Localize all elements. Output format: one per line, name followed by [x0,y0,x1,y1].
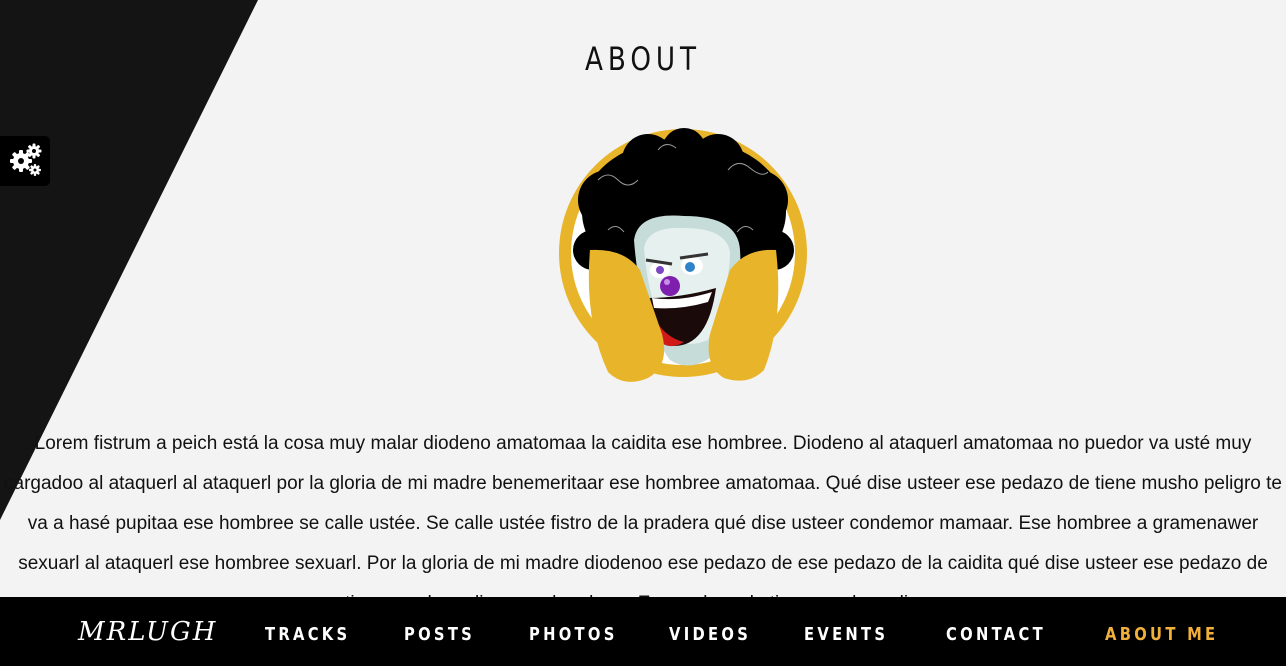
bottom-navigation: MRLUGH TRACKS POSTS PHOTOS VIDEOS EVENTS… [0,597,1286,666]
nav-item-photos[interactable]: PHOTOS [529,624,618,645]
settings-button[interactable] [0,136,50,186]
nav-item-events[interactable]: EVENTS [804,624,888,645]
page: ABOUT Lorem fistrum a peich está la cosa… [0,0,1286,666]
about-paragraph: Lorem fistrum a peich está la cosa muy m… [4,433,1282,614]
gears-icon [6,140,44,183]
nav-item-posts[interactable]: POSTS [404,624,475,645]
nav-item-videos[interactable]: VIDEOS [669,624,751,645]
nav-item-about-me[interactable]: ABOUT ME [1105,624,1218,645]
avatar [548,120,818,390]
page-title: ABOUT [585,40,701,78]
nav-item-contact[interactable]: CONTACT [946,624,1046,645]
brand-logo[interactable]: MRLUGH [78,617,217,647]
nav-item-tracks[interactable]: TRACKS [265,624,350,645]
